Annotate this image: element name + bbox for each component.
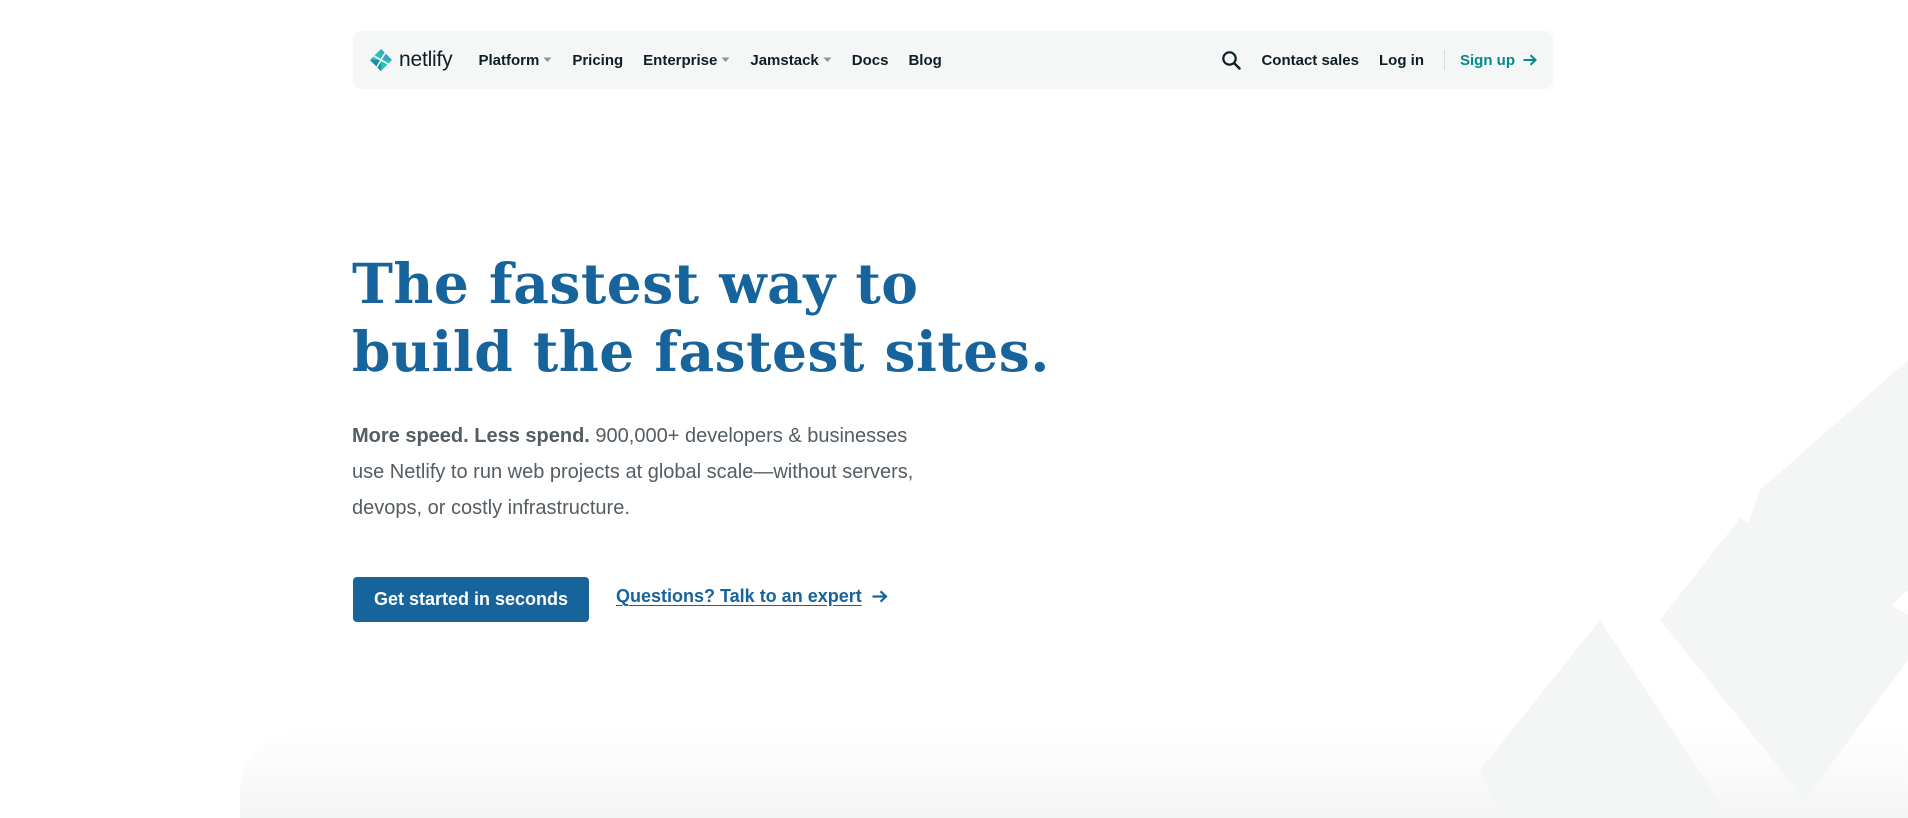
hero-body-line-1: 900,000+ developers & businesses: [589, 425, 908, 447]
talk-to-expert-label: Questions? Talk to an expert: [616, 586, 862, 606]
search-icon[interactable]: [1221, 50, 1242, 70]
nav-actions: Contact sales Log in Sign up: [1221, 50, 1537, 70]
arrow-right-icon: [872, 590, 888, 603]
menu-item-blog[interactable]: Blog: [908, 52, 941, 69]
chevron-down-icon: [721, 57, 730, 62]
top-navigation: netlify Platform Pricing Enterprise Jams…: [353, 31, 1553, 89]
hero-description: More speed. Less spend. 900,000+ develop…: [352, 418, 932, 526]
logo-wordmark: netlify: [399, 48, 453, 71]
get-started-button[interactable]: Get started in seconds: [353, 577, 589, 622]
arrow-right-icon: [1523, 54, 1537, 66]
chevron-down-icon: [543, 57, 552, 62]
talk-to-expert-link[interactable]: Questions? Talk to an expert: [616, 586, 888, 607]
netlify-diamond-icon: [370, 49, 392, 71]
menu-item-label: Jamstack: [750, 51, 819, 69]
nav-divider: [1444, 50, 1445, 70]
main-menu: Platform Pricing Enterprise Jamstack Doc…: [478, 52, 961, 69]
signup-link[interactable]: Sign up: [1460, 52, 1537, 69]
menu-item-label: Enterprise: [643, 51, 718, 69]
menu-item-pricing[interactable]: Pricing: [572, 52, 623, 69]
menu-item-docs[interactable]: Docs: [852, 52, 889, 69]
chevron-down-icon: [823, 57, 832, 62]
hero-title-line-2: build the fastest sites.: [352, 319, 1050, 384]
menu-item-jamstack[interactable]: Jamstack: [750, 51, 832, 69]
hero-title-line-1: The fastest way to: [352, 251, 919, 316]
menu-item-platform[interactable]: Platform: [478, 52, 552, 69]
menu-item-enterprise[interactable]: Enterprise: [643, 52, 730, 69]
menu-item-label: Docs: [851, 51, 889, 69]
hero-title: The fastest way to build the fastest sit…: [352, 250, 1112, 386]
login-link[interactable]: Log in: [1379, 52, 1424, 69]
hero-lead: More speed. Less spend.: [352, 425, 590, 447]
netlify-logo[interactable]: netlify: [369, 48, 453, 72]
contact-sales-link[interactable]: Contact sales: [1261, 52, 1359, 69]
signup-label: Sign up: [1460, 51, 1515, 69]
menu-item-label: Platform: [478, 51, 540, 69]
hero-body-line-3: devops, or costly infrastructure.: [352, 497, 630, 519]
hero-body-line-2: use Netlify to run web projects at globa…: [352, 461, 914, 483]
menu-item-label: Blog: [908, 51, 942, 69]
bottom-fade: [240, 730, 1908, 818]
menu-item-label: Pricing: [572, 51, 624, 69]
